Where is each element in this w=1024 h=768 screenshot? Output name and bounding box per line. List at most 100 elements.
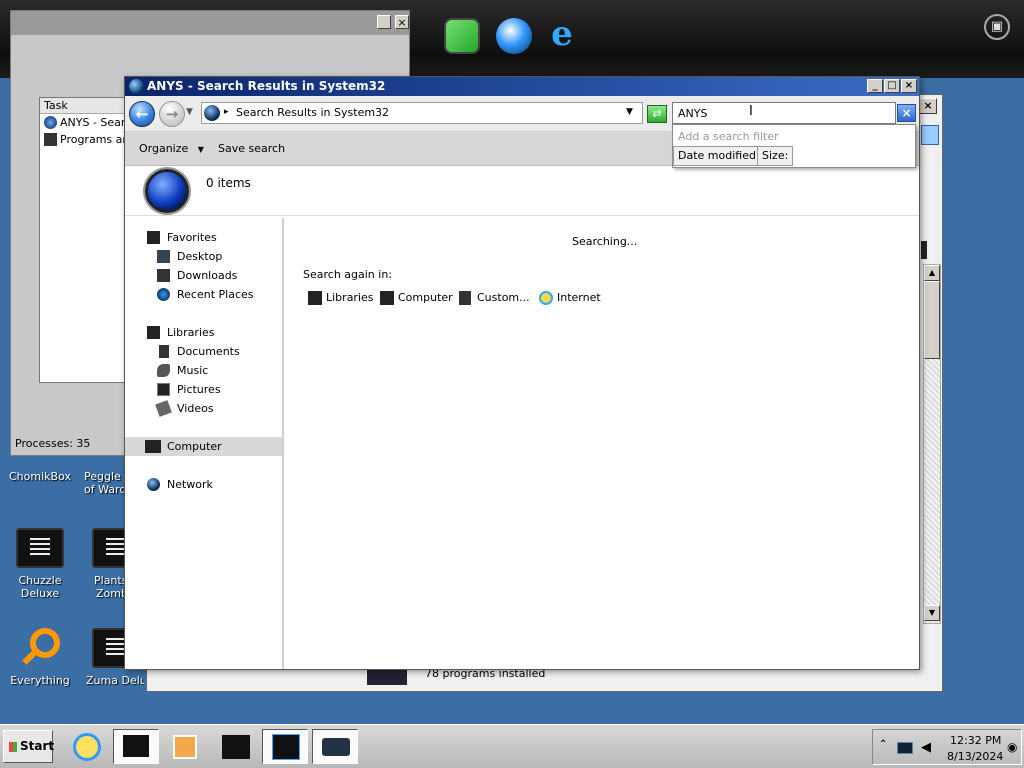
chevron-down-icon: ▼	[197, 145, 204, 154]
system-tray: ⌃ ◀ 12:32 PM 8/13/2024 ◉	[872, 729, 1022, 765]
programs-footer: 78 programs installed	[367, 667, 667, 687]
recent-pages-chevron-icon[interactable]: ▼	[186, 107, 193, 117]
desktop-icon-peggle[interactable]: Peggle W of Ward	[80, 470, 124, 496]
organize-label: Organize	[139, 142, 189, 155]
nav-documents[interactable]: Documents	[125, 342, 282, 361]
nav-computer[interactable]: Computer	[125, 437, 282, 456]
filter-size[interactable]: Size:	[757, 146, 794, 166]
programs-search-icon[interactable]	[921, 125, 939, 145]
display-tray-icon[interactable]	[897, 742, 913, 754]
desktop-icon-chuzzle[interactable]: Chuzzle Deluxe	[0, 528, 80, 600]
film-icon	[92, 528, 124, 568]
scope-label: Custom...	[477, 291, 530, 304]
film-icon	[16, 528, 64, 568]
list-icon	[222, 735, 250, 759]
breadcrumb-arrow-icon[interactable]: ▸	[224, 107, 229, 117]
nav-label: Recent Places	[177, 288, 254, 301]
searching-status: Searching...	[572, 235, 638, 248]
background-close-button[interactable]: ×	[395, 15, 409, 29]
nav-label: Libraries	[167, 326, 215, 339]
refresh-icon[interactable]: ⇄	[647, 105, 667, 123]
programs-scrollbar[interactable]: ▲ ▼	[923, 264, 941, 624]
taskbar-media-player[interactable]	[162, 729, 208, 764]
show-hidden-icons-button[interactable]: ⌃	[879, 739, 887, 750]
monitor-icon	[272, 734, 300, 760]
item-count: 0 items	[206, 176, 251, 190]
scroll-down-arrow[interactable]: ▼	[924, 605, 940, 621]
network-app-icon	[322, 738, 350, 756]
internet-explorer-icon[interactable]: e	[544, 17, 580, 54]
task-column-header[interactable]: Task	[40, 98, 128, 114]
address-bar[interactable]: ▸ Search Results in System32 ▼	[201, 102, 643, 124]
back-button[interactable]: ←	[129, 101, 155, 127]
star-icon	[147, 231, 160, 244]
address-text: Search Results in System32	[236, 106, 390, 119]
start-button[interactable]: Start	[3, 730, 54, 763]
window-titlebar[interactable]: ANYS - Search Results in System32	[125, 77, 919, 96]
search-scope-internet[interactable]: Internet	[539, 290, 601, 306]
taskbar-network-app[interactable]	[312, 729, 358, 764]
search-scope-custom[interactable]: Custom...	[459, 290, 530, 306]
desktop-icon-label: ChomikBox	[9, 470, 71, 483]
globe-logo-icon	[129, 79, 144, 94]
address-dropdown-icon[interactable]: ▼	[626, 107, 633, 117]
nav-label: Music	[177, 364, 209, 377]
close-button[interactable]: ×	[901, 79, 917, 93]
filter-date-modified[interactable]: Date modified:	[673, 146, 765, 166]
search-input[interactable]	[672, 102, 896, 124]
desktop-icon-chomikbox[interactable]: ChomikBox	[0, 470, 80, 483]
system-cube-icon[interactable]	[444, 18, 480, 54]
search-again-label: Search again in:	[303, 268, 393, 281]
nav-music[interactable]: Music	[125, 361, 282, 380]
organize-button[interactable]: Organize ▼	[139, 142, 204, 155]
clock-date[interactable]: 8/13/2024	[947, 750, 1003, 763]
save-search-button[interactable]: Save search	[218, 142, 285, 155]
desktop-icon-everything[interactable]: Everything	[0, 628, 80, 687]
clear-search-button[interactable]: ×	[897, 104, 916, 122]
network-globe-icon[interactable]	[496, 18, 532, 54]
nav-downloads[interactable]: Downloads	[125, 266, 282, 285]
globe-icon	[44, 116, 57, 129]
forward-button[interactable]: →	[159, 101, 185, 127]
taskbar: Start ⌃ ◀ 12:32 PM 8/13/2024 ◉	[0, 724, 1024, 768]
nav-network[interactable]: Network	[125, 475, 282, 494]
notification-icon[interactable]: ◉	[1007, 740, 1017, 754]
clock-time[interactable]: 12:32 PM	[950, 734, 1001, 747]
downloads-icon	[157, 269, 170, 282]
taskbar-explorer[interactable]	[113, 729, 159, 764]
maximize-button[interactable]: □	[884, 79, 900, 93]
desktop-icon-plants[interactable]: Plants Zomb	[84, 528, 124, 600]
nav-desktop[interactable]: Desktop	[125, 247, 282, 266]
programs-close-button[interactable]: ×	[919, 98, 937, 114]
scope-label: Libraries	[326, 291, 374, 304]
task-row[interactable]: Programs and	[40, 131, 128, 148]
taskbar-list-app[interactable]	[212, 729, 258, 764]
nav-pictures[interactable]: Pictures	[125, 380, 282, 399]
scroll-thumb[interactable]	[924, 281, 940, 359]
magnifier-icon	[16, 628, 64, 668]
computer-icon	[380, 291, 394, 305]
nav-libraries[interactable]: Libraries	[125, 323, 282, 342]
nav-favorites[interactable]: Favorites	[125, 228, 282, 247]
nav-recent-places[interactable]: Recent Places	[125, 285, 282, 304]
libraries-icon	[147, 326, 160, 339]
task-row[interactable]: ANYS - Searc	[40, 114, 128, 131]
nav-label: Videos	[177, 402, 214, 415]
background-minimize-button[interactable]	[377, 15, 391, 29]
search-scope-computer[interactable]: Computer	[380, 290, 453, 306]
window-title: ANYS - Search Results in System32	[147, 79, 386, 93]
folder-icon	[459, 291, 471, 305]
search-scope-libraries[interactable]: Libraries	[308, 290, 374, 306]
nav-videos[interactable]: Videos	[125, 399, 282, 418]
briefcase-icon[interactable]: ▣	[984, 14, 1010, 40]
taskbar-internet-explorer[interactable]	[64, 729, 110, 764]
desktop-icon-label: Peggle W	[84, 470, 124, 483]
taskbar-monitor-app[interactable]	[262, 729, 308, 764]
globe-icon	[204, 105, 220, 121]
computer-icon	[123, 735, 149, 757]
scroll-up-arrow[interactable]: ▲	[924, 265, 940, 281]
media-player-icon	[173, 735, 197, 759]
minimize-button[interactable]: _	[867, 79, 883, 93]
processes-status: Processes: 35	[15, 437, 91, 450]
volume-tray-icon[interactable]: ◀	[921, 740, 931, 755]
